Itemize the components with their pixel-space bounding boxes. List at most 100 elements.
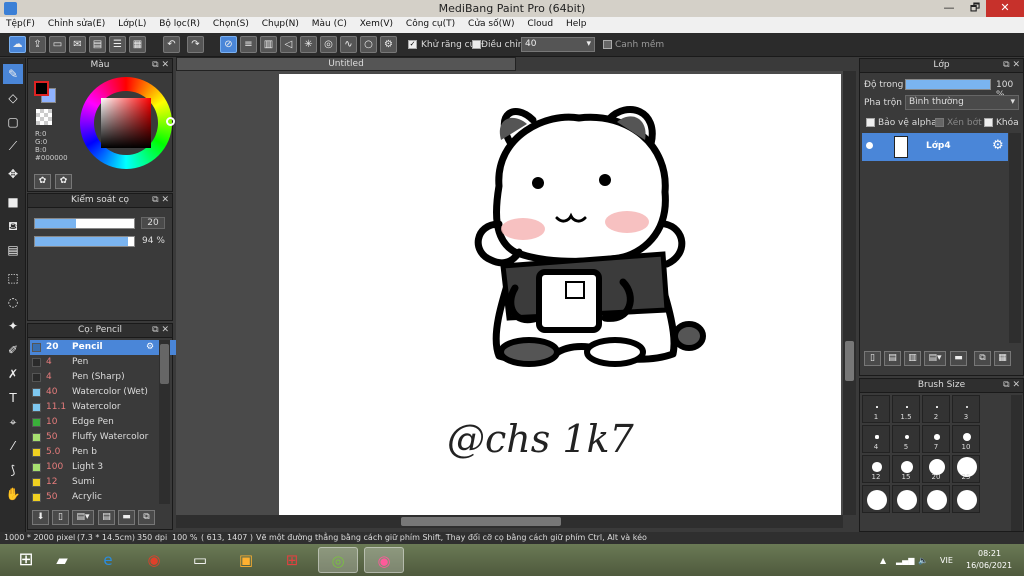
panel-close-icon[interactable]: ⧉ ✕ [152,324,169,337]
bucket-tool-icon[interactable]: ⛾ [3,216,23,236]
brush-size-scrollbar[interactable] [1011,395,1022,531]
layer-row-lop4[interactable]: Lớp4 ⚙ [862,133,1008,161]
operation-tool-icon[interactable]: ⌖ [3,412,23,432]
dot-pen-tool-icon[interactable]: ⟋ [3,136,23,156]
panel-close-icon[interactable]: ⧉ ✕ [1003,379,1020,392]
color-palette-icon[interactable]: ✿ [55,174,72,189]
share-icon[interactable]: ⇪ [29,36,46,53]
no-snap-icon[interactable]: ⊘ [220,36,237,53]
snap-checkbox[interactable] [603,40,612,49]
brush-opacity-slider[interactable] [34,236,135,247]
gear-icon[interactable]: ⚙ [380,36,397,53]
color-wheel[interactable] [80,77,175,169]
message-icon[interactable]: ✉ [69,36,86,53]
brush-size-cell[interactable]: 1.5 [892,395,920,423]
grid-doc-icon[interactable]: ▦ [129,36,146,53]
brush-size-cell[interactable] [922,485,950,513]
new-8bit-layer-icon[interactable]: ▥ [904,351,921,366]
clip-studio-icon[interactable]: ◎ [318,547,358,573]
canvas-vertical-thumb[interactable] [845,341,854,381]
brush-size-cell[interactable] [952,485,980,513]
brush-gear-icon[interactable]: ⚙ [146,340,154,354]
protect-alpha-checkbox[interactable] [866,118,875,127]
hue-handle[interactable] [166,117,175,126]
brush-folder-icon[interactable]: ▬ [118,510,135,525]
unikey-icon[interactable]: ⊞ [272,547,312,573]
new-brush-icon[interactable]: ▯ [52,510,69,525]
circle-snap-icon[interactable]: ◎ [320,36,337,53]
brush-list-scrollbar[interactable] [159,340,170,504]
brush-size-cell[interactable]: 7 [922,425,950,453]
lasso-tool-icon[interactable]: ◌ [3,292,23,312]
layer-gear-icon[interactable]: ⚙ [992,138,1004,153]
menu-cloud[interactable]: Cloud [527,17,553,29]
file-explorer-icon[interactable]: ▭ [180,547,220,573]
chrome-icon[interactable]: ◉ [134,547,174,573]
minimize-button[interactable]: — [936,0,962,17]
canvas-horizontal-thumb[interactable] [401,517,561,526]
layer-folder-icon[interactable]: ▬ [950,351,967,366]
cross-snap-icon[interactable]: ▥ [260,36,277,53]
blend-mode-select[interactable]: Bình thường ▾ [905,95,1019,110]
eraser-tool-icon[interactable]: ◇ [3,88,23,108]
panel-close-icon[interactable]: ⧉ ✕ [152,194,169,207]
menu-edit[interactable]: Chỉnh sửa(E) [48,17,105,29]
eyedropper-tool-icon[interactable]: ⟆ [3,460,23,480]
brush-size-cell[interactable]: 20 [922,455,950,483]
internet-explorer-icon[interactable]: e [88,547,128,573]
menu-color[interactable]: Màu (C) [312,17,347,29]
add-layer-menu-icon[interactable]: ▤▾ [924,351,946,366]
brush-copy-icon[interactable]: ⧉ [138,510,155,525]
maximize-button[interactable]: 🗗 [962,0,988,17]
brush-size-cell[interactable]: 2 [922,395,950,423]
brush-size-value[interactable]: 20 [141,217,165,229]
select-rect-tool-icon[interactable]: ⬚ [3,268,23,288]
menu-filter[interactable]: Bộ lọc(R) [159,17,200,29]
new-layer-icon[interactable]: ▯ [864,351,881,366]
panel-close-icon[interactable]: ⧉ ✕ [152,59,169,72]
antialias-checkbox[interactable]: ✓ [408,40,417,49]
ring-snap-icon[interactable]: ○ [360,36,377,53]
redo-icon[interactable]: ↷ [187,36,204,53]
volume-icon[interactable]: 🔈 [918,556,928,565]
menu-tools[interactable]: Công cụ(T) [406,17,455,29]
comment-icon[interactable]: ▭ [49,36,66,53]
duplicate-layer-icon[interactable]: ⧉ [974,351,991,366]
brush-size-cell[interactable]: 12 [862,455,890,483]
clipping-checkbox[interactable] [935,118,944,127]
saturation-square[interactable] [101,98,151,148]
brush-size-cell[interactable]: 4 [862,425,890,453]
brush-size-cell[interactable] [862,485,890,513]
fill-rect-tool-icon[interactable]: ■ [3,192,23,212]
brush-list-scroll-thumb[interactable] [160,344,169,384]
tray-arrow-icon[interactable]: ▲ [880,556,886,565]
brush-size-cell[interactable] [892,485,920,513]
list-icon[interactable]: ☰ [109,36,126,53]
download-brush-icon[interactable]: ⬇ [32,510,49,525]
cloud-icon[interactable]: ☁ [9,36,26,53]
office-icon[interactable]: ▣ [226,547,266,573]
text-tool-icon[interactable]: T [3,388,23,408]
menu-help[interactable]: Help [566,17,587,29]
menu-layer[interactable]: Lớp(L) [118,17,146,29]
menu-view[interactable]: Xem(V) [360,17,393,29]
radial-snap-icon[interactable]: ✳ [300,36,317,53]
move-tool-icon[interactable]: ✥ [3,164,23,184]
network-icon[interactable]: ▂▄▆ [896,556,914,565]
select-eraser-tool-icon[interactable]: ✗ [3,364,23,384]
start-button-icon[interactable]: ⊞ [6,547,46,573]
medibang-taskbar-icon[interactable]: ◉ [364,547,404,573]
panel-close-icon[interactable]: ⧉ ✕ [1003,59,1020,72]
new-halftone-layer-icon[interactable]: ▤ [884,351,901,366]
brush-size-cell[interactable]: 1 [862,395,890,423]
transparent-swatch[interactable] [36,109,52,125]
vanish-snap-icon[interactable]: ◁ [280,36,297,53]
brush-tool-icon[interactable]: ✎ [3,64,23,84]
add-brush-icon[interactable]: ▤▾ [72,510,94,525]
close-button[interactable]: ✕ [986,0,1024,17]
brush-size-cell[interactable]: 5 [892,425,920,453]
lock-checkbox[interactable] [984,118,993,127]
document-icon[interactable]: ▤ [89,36,106,53]
brush-size-cell[interactable]: 25 [952,455,980,483]
tab-untitled[interactable]: Untitled [176,57,516,71]
